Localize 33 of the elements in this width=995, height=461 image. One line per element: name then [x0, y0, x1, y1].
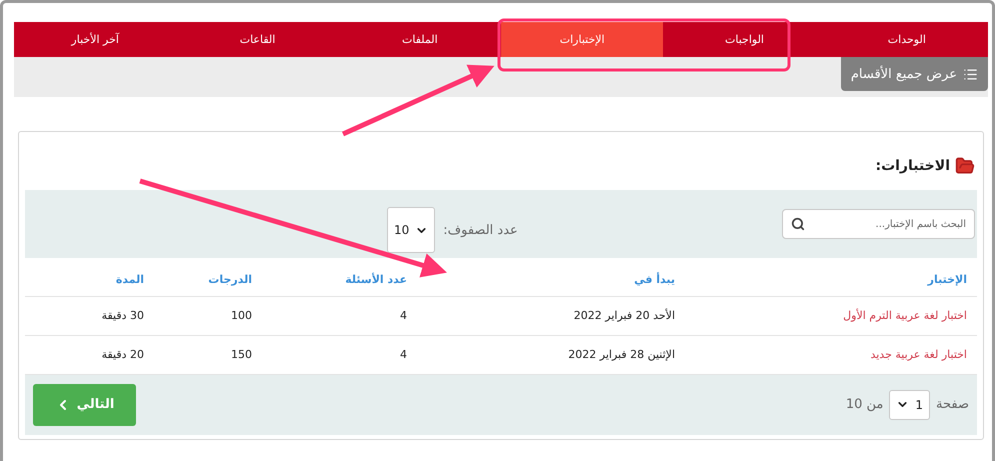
column-header[interactable]: الإختبار	[685, 258, 977, 296]
show-all-button[interactable]: عرض جميع الأقسام	[840, 57, 988, 91]
page-count: من 10	[846, 397, 884, 412]
page-label: صفحة	[936, 397, 969, 412]
table-cell: الإثنين 28 فبراير 2022	[417, 335, 685, 374]
column-header[interactable]: يبدأ في	[417, 258, 685, 296]
search-field[interactable]: البحث باسم الإختبار...	[782, 209, 975, 239]
table-cell: 4	[262, 296, 417, 335]
list-icon	[963, 66, 978, 82]
table-cell: 150	[154, 335, 262, 374]
nav-tab[interactable]: القاعات	[176, 22, 339, 57]
table-cell: 4	[262, 335, 417, 374]
column-header[interactable]: الدرجات	[154, 258, 262, 296]
next-button[interactable]: التالي	[33, 384, 136, 426]
folder-icon	[955, 156, 975, 176]
search-icon	[791, 217, 805, 231]
table-cell: 30 دقيقة	[25, 296, 154, 335]
section-title: الاختبارات:	[875, 158, 950, 174]
table-cell: الأحد 20 فبراير 2022	[417, 296, 685, 335]
column-header[interactable]: المدة	[25, 258, 154, 296]
page-select[interactable]: 1	[889, 390, 930, 420]
column-header[interactable]: عدد الأسئلة	[262, 258, 417, 296]
nav-tab[interactable]: الإختبارات	[501, 22, 664, 57]
nav-tab[interactable]: الملفات	[338, 22, 502, 57]
table-cell: 100	[154, 296, 262, 335]
rows-label: عدد الصفوف:	[443, 222, 518, 238]
rows-select[interactable]: 10	[387, 207, 436, 253]
table-cell: 20 دقيقة	[25, 335, 154, 374]
nav-tab[interactable]: الوحدات	[826, 22, 988, 57]
nav-tab[interactable]: آخر الأخبار	[14, 22, 176, 57]
exam-link[interactable]: اختبار لغة عربية جديد	[685, 335, 977, 374]
exam-link[interactable]: اختبار لغة عربية الترم الأول	[685, 296, 977, 335]
nav-tab[interactable]: الواجبات	[663, 22, 826, 57]
